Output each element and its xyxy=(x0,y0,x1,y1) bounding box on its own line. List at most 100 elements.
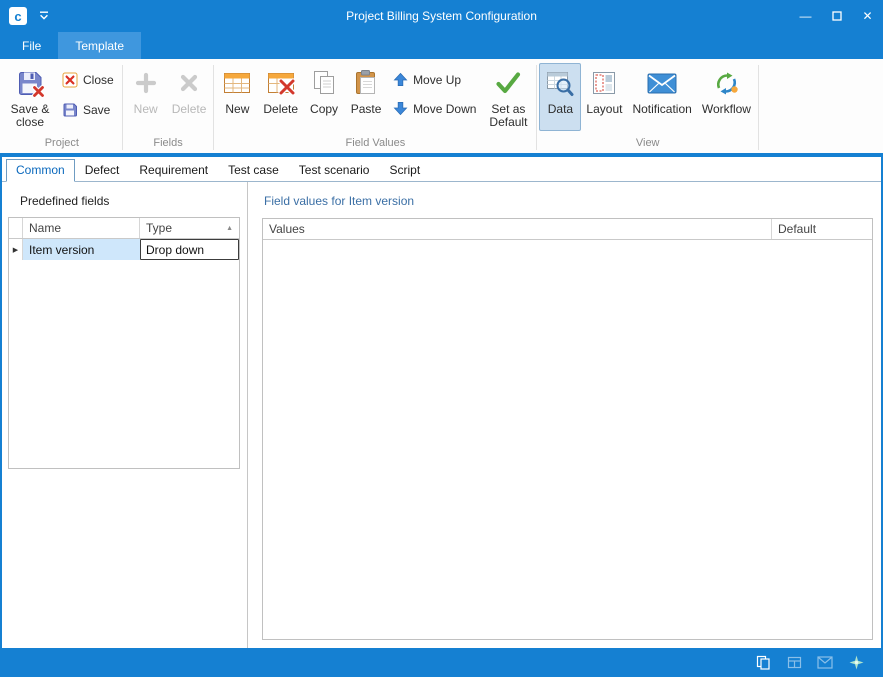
app-logo-letter: c xyxy=(14,9,21,24)
status-data-icon[interactable] xyxy=(754,654,772,672)
row-indicator-cell: ▶ xyxy=(9,239,23,260)
ribbon: Save & close Close Save Project xyxy=(0,59,883,153)
move-up-button[interactable]: Move Up xyxy=(389,71,480,88)
field-values-new-label: New xyxy=(225,103,249,116)
save-and-close-button[interactable]: Save & close xyxy=(4,63,56,131)
minimize-button[interactable]: — xyxy=(790,0,821,32)
status-notification-icon[interactable] xyxy=(816,654,834,672)
grid-empty-area xyxy=(9,260,239,468)
titlebar: c Project Billing System Configuration —… xyxy=(0,0,883,32)
copy-icon xyxy=(312,67,336,99)
predefined-fields-pane: Predefined fields Name Type▲ ▶ Item vers… xyxy=(2,182,248,648)
predefined-fields-title: Predefined fields xyxy=(8,192,240,217)
app-logo-icon: c xyxy=(9,7,27,25)
view-workflow-label: Workflow xyxy=(702,103,751,116)
ribbon-group-project: Save & close Close Save Project xyxy=(3,61,121,153)
view-data-label: Data xyxy=(548,103,573,116)
copy-button[interactable]: Copy xyxy=(303,63,345,131)
move-up-icon xyxy=(393,72,408,87)
paste-label: Paste xyxy=(351,103,382,116)
group-label-view: View xyxy=(538,136,757,153)
column-header-name[interactable]: Name xyxy=(23,218,140,238)
move-up-label: Move Up xyxy=(413,73,461,87)
group-separator xyxy=(213,65,214,150)
ribbon-tab-template[interactable]: Template xyxy=(58,32,141,59)
ribbon-group-view: Data Layout Notification xyxy=(538,61,757,153)
field-values-delete-label: Delete xyxy=(263,103,298,116)
table-row[interactable]: ▶ Item version Drop down xyxy=(9,239,239,260)
cell-name[interactable]: Item version xyxy=(23,239,140,260)
new-field-icon xyxy=(134,67,158,99)
save-and-close-label: Save & close xyxy=(9,103,51,129)
field-values-grid: Values Default xyxy=(262,218,873,640)
fields-delete-label: Delete xyxy=(172,103,207,116)
sort-ascending-icon: ▲ xyxy=(226,225,233,232)
save-and-close-icon xyxy=(17,67,44,99)
field-values-new-button[interactable]: New xyxy=(216,63,258,131)
column-header-values[interactable]: Values xyxy=(263,219,772,239)
fields-new-label: New xyxy=(134,103,158,116)
move-down-label: Move Down xyxy=(413,102,476,116)
set-as-default-label: Set as Default xyxy=(487,103,529,129)
column-header-type[interactable]: Type▲ xyxy=(140,218,239,238)
tab-test-scenario[interactable]: Test scenario xyxy=(289,159,380,182)
window-title: Project Billing System Configuration xyxy=(0,9,883,23)
delete-field-icon xyxy=(177,67,201,99)
tab-common[interactable]: Common xyxy=(6,159,75,182)
move-down-button[interactable]: Move Down xyxy=(389,100,480,117)
maximize-button[interactable] xyxy=(821,0,852,32)
quick-access-customize-icon[interactable] xyxy=(38,11,50,21)
view-data-button[interactable]: Data xyxy=(539,63,581,131)
maximize-icon xyxy=(832,11,842,21)
tab-requirement[interactable]: Requirement xyxy=(129,159,218,182)
main-area: Common Defect Requirement Test case Test… xyxy=(0,153,883,648)
save-button[interactable]: Save xyxy=(58,101,118,119)
notification-view-icon xyxy=(647,67,677,99)
field-values-title: Field values for Item version xyxy=(262,192,873,218)
group-label-fields: Fields xyxy=(124,136,213,153)
tab-defect[interactable]: Defect xyxy=(75,159,130,182)
move-down-icon xyxy=(393,101,408,116)
view-notification-label: Notification xyxy=(632,103,691,116)
group-label-project: Project xyxy=(3,136,121,153)
fields-delete-button: Delete xyxy=(167,63,212,131)
group-label-field-values: Field Values xyxy=(215,136,535,153)
grid-header-row: Name Type▲ xyxy=(9,218,239,239)
ribbon-group-field-values: New Delete Copy xyxy=(215,61,535,153)
status-workflow-icon[interactable] xyxy=(847,654,865,672)
ribbon-tab-strip: File Template xyxy=(0,32,883,59)
view-layout-label: Layout xyxy=(586,103,622,116)
group-separator xyxy=(758,65,759,150)
status-layout-icon[interactable] xyxy=(785,654,803,672)
indicator-column-header xyxy=(9,218,23,238)
field-values-delete-button[interactable]: Delete xyxy=(258,63,303,131)
group-separator xyxy=(122,65,123,150)
statusbar xyxy=(0,648,883,677)
field-values-pane: Field values for Item version Values Def… xyxy=(248,182,881,648)
ribbon-group-fields: New Delete Fields xyxy=(124,61,213,153)
close-template-button[interactable]: Close xyxy=(58,71,118,89)
data-view-icon xyxy=(546,67,574,99)
cell-type[interactable]: Drop down xyxy=(140,239,239,260)
new-value-icon xyxy=(223,67,251,99)
tab-test-case[interactable]: Test case xyxy=(218,159,289,182)
paste-icon xyxy=(354,67,378,99)
app-window: c Project Billing System Configuration —… xyxy=(0,0,883,677)
document-tab-strip: Common Defect Requirement Test case Test… xyxy=(2,157,881,182)
set-as-default-icon xyxy=(494,67,522,99)
grid-header-row: Values Default xyxy=(263,219,872,240)
ribbon-tab-file[interactable]: File xyxy=(5,32,58,59)
column-header-default[interactable]: Default xyxy=(772,219,872,239)
paste-button[interactable]: Paste xyxy=(345,63,387,131)
view-workflow-button[interactable]: Workflow xyxy=(697,63,756,131)
view-layout-button[interactable]: Layout xyxy=(581,63,627,131)
tab-script[interactable]: Script xyxy=(379,159,430,182)
set-as-default-button[interactable]: Set as Default xyxy=(482,63,534,131)
grid-empty-area xyxy=(263,240,872,639)
minimize-icon: — xyxy=(800,9,812,23)
view-notification-button[interactable]: Notification xyxy=(627,63,696,131)
close-button[interactable]: ✕ xyxy=(852,0,883,32)
workflow-view-icon xyxy=(713,67,740,99)
row-indicator-icon: ▶ xyxy=(13,246,18,254)
copy-label: Copy xyxy=(310,103,338,116)
